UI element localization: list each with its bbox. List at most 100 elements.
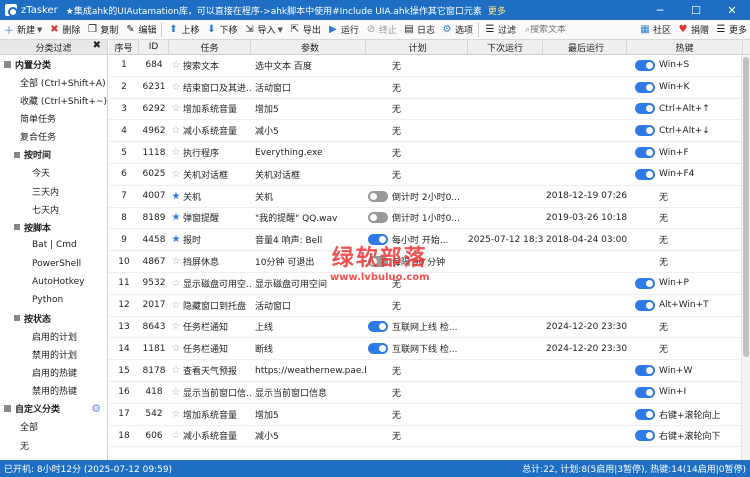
star-icon[interactable]: ☆ [169,430,183,441]
import-button[interactable]: ⇲ 导入 ▼ [240,21,285,39]
gear-icon[interactable]: ⚙ [91,402,101,415]
column-header-id[interactable]: ID [139,40,169,54]
star-icon[interactable]: ☆ [169,103,183,114]
star-icon[interactable]: ☆ [169,125,183,136]
sidebar-item-powershell[interactable]: PowerShell [0,255,107,273]
hotkey-toggle[interactable] [635,408,655,420]
group-by-script[interactable]: 按脚本 [0,218,107,236]
table-row[interactable]: 6 6025 ☆ 关机对话框 关机对话框无 Win+F4 [109,164,750,186]
group-by-status[interactable]: 按状态 [0,309,107,327]
options-button[interactable]: ⚙ 选项 [438,21,476,39]
table-row[interactable]: 10 4867 ☆ 挡屏休息 10分钟 可退出 每隔 90 分钟 无 [109,251,750,273]
table-row[interactable]: 17 542 ☆ 增加系统音量 增加5 无右键+滚轮向上 [109,404,750,426]
hotkey-toggle[interactable] [635,299,655,311]
log-button[interactable]: ▤ 日志 [400,21,438,39]
table-row[interactable]: 12 2017 ☆ 隐藏窗口到托盘 活动窗口 无 Alt+Win+T [109,295,750,317]
star-icon[interactable]: ☆ [169,169,183,180]
sidebar-item-custom-all[interactable]: 全部 [0,418,107,436]
maximize-icon[interactable]: ☐ [678,0,714,20]
star-icon[interactable]: ☆ [169,147,183,158]
close-icon[interactable]: ✕ [714,0,750,20]
sidebar-item-composite[interactable]: 复合任务 [0,128,107,146]
move-down-button[interactable]: ⬇ 下移 [202,21,240,39]
plan-toggle[interactable] [368,234,388,246]
filter-button[interactable]: ☰ 过滤 [481,21,519,39]
star-icon[interactable]: ☆ [169,60,183,71]
sidebar-item-seven-days[interactable]: 七天内 [0,200,107,218]
hotkey-toggle[interactable] [635,277,655,289]
table-row[interactable]: 2 6231 ☆ 结束窗口及其进... 活动窗口 无 Win+K [109,77,750,99]
star-icon[interactable]: ☆ [169,365,183,376]
table-row[interactable]: 16 418 ☆ 显示当前窗口信... 显示当前窗口信息 无 Win+I [109,382,750,404]
plan-toggle[interactable] [368,212,388,224]
sidebar-item-disabled-hotkeys[interactable]: 禁用的热键 [0,382,107,400]
notice-more-link[interactable]: 更多 [488,4,506,17]
plan-toggle[interactable] [368,190,388,202]
hotkey-toggle[interactable] [635,59,655,71]
column-header-hotkey[interactable]: 热键 [627,40,743,54]
close-sidebar-icon[interactable]: ✖ [93,40,101,51]
column-header-task[interactable]: 任务 [169,40,251,54]
star-icon[interactable]: ★ [169,191,183,202]
export-button[interactable]: ⇱ 导出 [286,21,324,39]
community-button[interactable]: ▦ 社区 [636,21,674,39]
column-header-seq[interactable]: 序号 [109,40,139,54]
hotkey-toggle[interactable] [635,147,655,159]
star-icon[interactable]: ☆ [169,278,183,289]
hotkey-toggle[interactable] [635,125,655,137]
column-header-params[interactable]: 参数 [251,40,366,54]
table-row[interactable]: 74007★关机关机倒计时 2小时0...2018-12-19 07:26:18… [109,186,750,208]
table-row[interactable]: 14 1181 ☆ 任务栏通知 断线 互联网下线 检... 2024-12-20 23:30… [109,338,750,361]
table-row[interactable]: 1 684 ☆ 搜索文本 选中文本 百度无 Win+S [109,55,750,77]
table-row[interactable]: 11 9532 ☆ 显示磁盘可用空... 显示磁盘可用空间 无 Win+P [109,273,750,295]
sidebar-item-favorites[interactable]: 收藏 (Ctrl+Shift+~) [0,91,107,109]
table-row[interactable]: 13 8643 ☆ 任务栏通知 上线 互联网上线 检... 2024-12-20 23:30… [109,317,750,339]
hotkey-toggle[interactable] [635,386,655,398]
sidebar-item-disabled-plans[interactable]: 禁用的计划 [0,345,107,363]
star-icon[interactable]: ☆ [169,82,183,93]
delete-button[interactable]: ✖ 删除 [45,21,83,39]
column-header-last-run[interactable]: 最后运行 [543,40,627,54]
hotkey-toggle[interactable] [635,430,655,442]
table-row[interactable]: 18 606 ☆ 减小系统音量 减小5 无右键+滚轮向下 [109,426,750,448]
hotkey-toggle[interactable] [635,168,655,180]
donate-button[interactable]: ♥ 捐赠 [674,21,712,39]
table-row[interactable]: 15 8178☆查看天气预报 https://weathernew.pae.bai.… [109,360,750,382]
hotkey-toggle[interactable] [635,81,655,93]
edit-button[interactable]: ✎ 编辑 [121,21,159,39]
star-icon[interactable]: ☆ [169,387,183,398]
star-icon[interactable]: ☆ [169,343,183,354]
table-row[interactable]: 8 8189 ★ 弹窗提醒 "我的提醒" QQ.wav 倒计时 1小时0... 2019-0… [109,208,750,230]
group-by-time[interactable]: 按时间 [0,146,107,164]
star-icon[interactable]: ☆ [169,256,183,267]
group-builtin[interactable]: 内置分类 [0,55,107,73]
sidebar-item-three-days[interactable]: 三天内 [0,182,107,200]
sidebar-item-python[interactable]: Python [0,291,107,309]
stop-button[interactable]: ⊘ 终止 [362,21,400,39]
table-row[interactable]: 9 4458 ★ 报时 音量4 响声: Bell 每小时 开始... 2025-07-12 … [109,229,750,252]
scrollbar-thumb[interactable] [743,57,749,357]
table-row[interactable]: 4 4962 ☆ 减小系统音量 减小5 无 Ctrl+Alt+↓ [109,120,750,143]
column-header-next-run[interactable]: 下次运行 [468,40,543,54]
sidebar-item-bat[interactable]: Bat | Cmd [0,236,107,254]
star-icon[interactable]: ☆ [169,300,183,311]
sidebar-item-none[interactable]: 无 [0,436,107,454]
hotkey-toggle[interactable] [635,103,655,115]
sidebar-item-enabled-hotkeys[interactable]: 启用的热键 [0,363,107,381]
new-button[interactable]: ＋新建 ▼ [0,21,45,39]
sidebar-item-all[interactable]: 全部 (Ctrl+Shift+A) [0,73,107,91]
move-up-button[interactable]: ⬆ 上移 [164,21,202,39]
plan-toggle[interactable] [368,343,388,355]
star-icon[interactable]: ☆ [169,409,183,420]
plan-toggle[interactable] [368,256,388,268]
plan-toggle[interactable] [368,321,388,333]
more-button[interactable]: ☰ 更多 [712,21,750,39]
table-row[interactable]: 5 1118 ☆ 执行程序 Everything.exe 无 Win+F [109,142,750,164]
column-header-plan[interactable]: 计划 [366,40,468,54]
run-button[interactable]: ▶ 运行 [324,21,362,39]
minimize-icon[interactable]: ─ [642,0,678,20]
hotkey-toggle[interactable] [635,365,655,377]
copy-button[interactable]: ❐ 复制 [83,21,121,39]
sidebar-item-today[interactable]: 今天 [0,164,107,182]
group-custom[interactable]: 自定义分类 ⚙ [0,400,107,418]
